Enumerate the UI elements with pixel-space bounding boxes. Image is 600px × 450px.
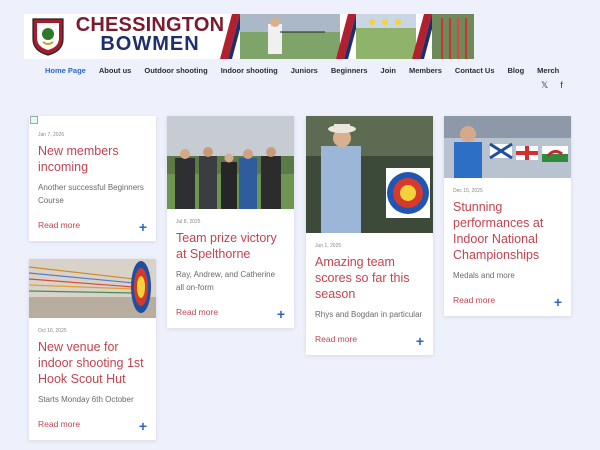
main-nav: Home Page About us Outdoor shooting Indo… [45,66,572,75]
plus-icon[interactable]: + [416,334,424,348]
read-more-link[interactable]: Read more [315,334,357,344]
plus-icon[interactable]: + [277,307,285,321]
post-card-new-venue[interactable]: Oct 16, 2025 New venue for indoor shooti… [29,259,156,440]
plus-icon[interactable]: + [554,295,562,309]
post-title[interactable]: New venue for indoor shooting 1st Hook S… [38,339,147,387]
post-date: Dec 15, 2025 [453,188,483,194]
nav-indoor-shooting[interactable]: Indoor shooting [221,66,278,75]
post-title[interactable]: New members incoming [38,143,147,175]
post-title[interactable]: Amazing team scores so far this season [315,254,424,302]
post-card-stunning-performances[interactable]: Dec 15, 2025 Stunning performances at In… [444,116,571,316]
post-image-archer-with-target[interactable] [306,116,433,233]
post-excerpt: Rhys and Bogdan in particular [315,310,423,319]
nav-home-page[interactable]: Home Page [45,66,86,75]
post-excerpt: Ray, Andrew, and Catherine all on-form [176,270,276,292]
nav-join[interactable]: Join [381,66,396,75]
read-more-link[interactable]: Read more [176,307,218,317]
site-banner[interactable]: CHESSINGTON BOWMEN [24,14,474,59]
post-date: Jul 8, 2025 [176,219,201,225]
nav-members[interactable]: Members [409,66,442,75]
nav-blog[interactable]: Blog [508,66,525,75]
plus-icon[interactable]: + [139,419,147,433]
x-twitter-icon[interactable]: 𝕏 [541,80,548,90]
club-crest-logo [32,18,64,56]
brand-wordmark: CHESSINGTON BOWMEN [70,15,230,55]
post-image-championships[interactable] [444,116,571,178]
post-title[interactable]: Team prize victory at Spelthorne [176,230,285,262]
post-date: Jan 7, 2026 [38,132,65,138]
post-image-arrows-in-target[interactable] [29,259,156,318]
post-card-team-scores[interactable]: Jun 1, 2025 Amazing team scores so far t… [306,116,433,355]
post-title[interactable]: Stunning performances at Indoor National… [453,199,562,263]
nav-about-us[interactable]: About us [99,66,132,75]
post-excerpt: Medals and more [453,271,515,280]
post-image-team-photo[interactable] [167,116,294,209]
banner-photo-strip [220,14,474,59]
brand-line-2: BOWMEN [100,33,200,55]
read-more-link[interactable]: Read more [38,419,80,429]
post-card-team-prize[interactable]: Jul 8, 2025 Team prize victory at Spelth… [167,116,294,328]
nav-outdoor-shooting[interactable]: Outdoor shooting [144,66,207,75]
nav-beginners[interactable]: Beginners [331,66,368,75]
post-excerpt: Starts Monday 6th October [38,395,134,404]
social-links: 𝕏 f [541,80,563,90]
post-card-new-members[interactable]: Jan 7, 2026 New members incoming Another… [29,116,156,241]
broken-image-icon [30,116,38,124]
nav-merch[interactable]: Merch [537,66,559,75]
read-more-link[interactable]: Read more [38,220,80,230]
plus-icon[interactable]: + [139,220,147,234]
post-excerpt: Another successful Beginners Course [38,183,144,205]
facebook-icon[interactable]: f [560,80,563,90]
read-more-link[interactable]: Read more [453,295,495,305]
nav-contact-us[interactable]: Contact Us [455,66,495,75]
nav-juniors[interactable]: Juniors [291,66,318,75]
post-date: Jun 1, 2025 [315,243,342,249]
post-date: Oct 16, 2025 [38,328,67,334]
